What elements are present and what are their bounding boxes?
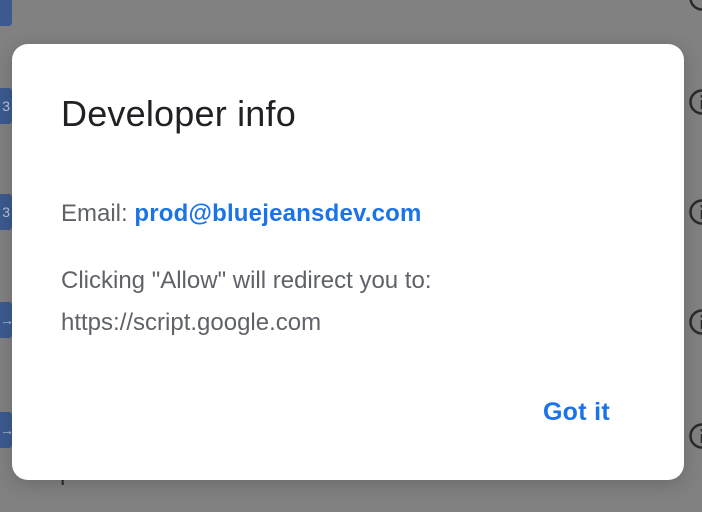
redirect-notice-line: Clicking "Allow" will redirect you to: — [61, 267, 432, 294]
apps-script-icon — [0, 0, 12, 26]
apps-script-icon: 3 — [0, 194, 12, 230]
email-row: Email: prod@bluejeansdev.com — [61, 198, 422, 230]
developer-info-dialog: Developer info Email: prod@bluejeansdev.… — [12, 44, 684, 480]
apps-script-icon: → — [0, 302, 14, 338]
apps-script-icon: 3 — [0, 88, 12, 124]
redirect-url: https://script.google.com — [61, 309, 322, 336]
developer-email-link[interactable]: prod@bluejeansdev.com — [134, 200, 421, 227]
info-icon — [689, 0, 702, 11]
info-icon — [689, 423, 702, 449]
email-label: Email: — [61, 200, 128, 227]
info-icon — [689, 309, 702, 335]
dialog-title: Developer info — [61, 93, 296, 134]
apps-script-icon: → — [0, 412, 14, 448]
got-it-button[interactable]: Got it — [531, 390, 622, 434]
redirect-notice: Clicking "Allow" will redirect you to: h… — [61, 260, 621, 344]
info-icon — [689, 89, 702, 115]
info-icon — [689, 199, 702, 225]
